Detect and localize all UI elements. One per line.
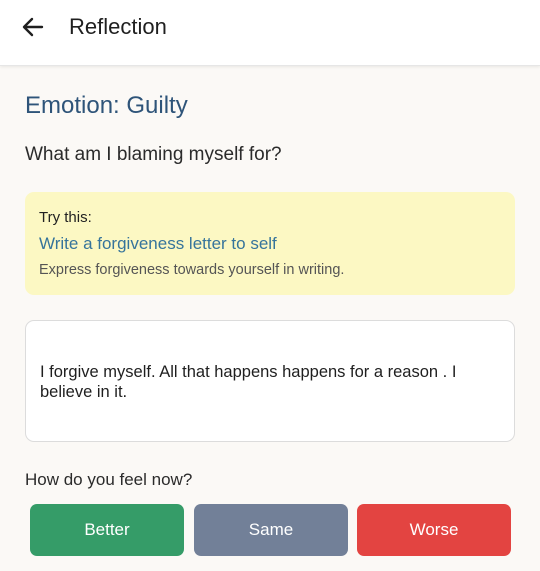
page-title: Reflection [69,14,167,39]
reflection-question: What am I blaming myself for? [25,144,282,165]
arrow-left-icon [22,17,44,37]
suggestion-description: Express forgiveness towards yourself in … [39,262,345,278]
feel-prompt: How do you feel now? [25,470,193,489]
app-bar: Reflection [0,0,540,66]
reflection-text-area[interactable]: I forgive myself. All that happens happe… [25,320,515,442]
back-button[interactable] [18,13,48,41]
try-this-label: Try this: [39,209,92,226]
better-button[interactable]: Better [30,504,184,556]
worse-button[interactable]: Worse [357,504,511,556]
emotion-title: Emotion: Guilty [25,92,188,119]
same-button[interactable]: Same [194,504,348,556]
suggestion-title[interactable]: Write a forgiveness letter to self [39,234,277,254]
suggestion-card: Try this: Write a forgiveness letter to … [25,192,515,295]
